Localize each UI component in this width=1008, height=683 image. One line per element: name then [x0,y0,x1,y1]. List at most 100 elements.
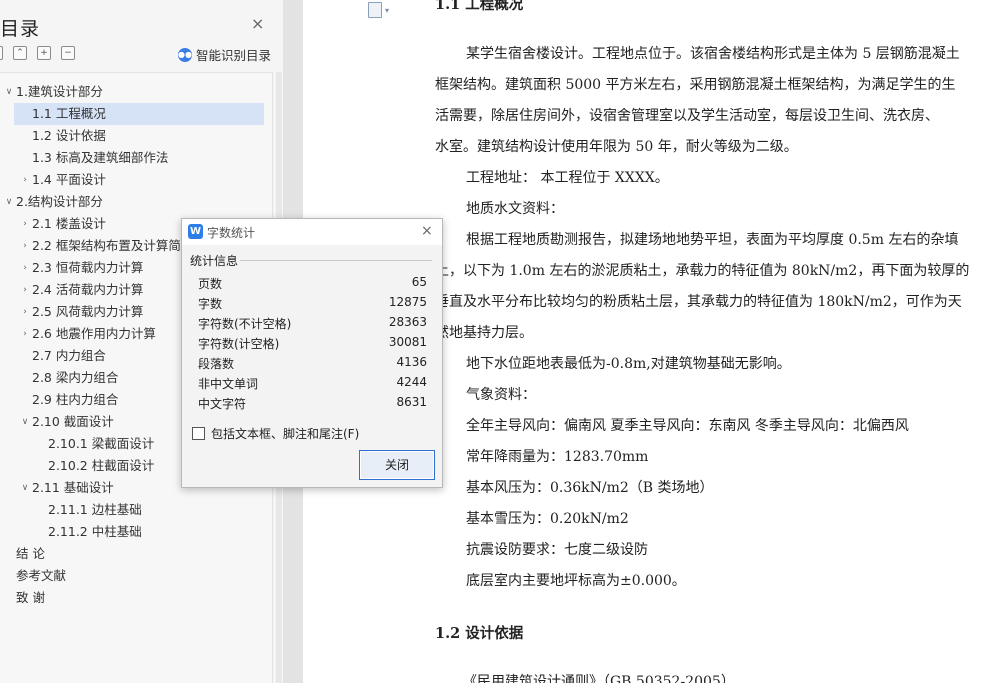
toc-item[interactable]: 参考文献 [0,565,268,587]
doc-line: 抗震设防要求：七度二级设防 [466,542,648,558]
stat-value: 4136 [396,355,427,369]
toc-item-label: 2.4 活荷载内力计算 [32,282,144,297]
toc-item-label: 1.2 设计依据 [32,128,106,143]
doc-line: 常年降雨量为：1283.70mm [466,449,649,465]
toc-item-label: 2.10.1 梁截面设计 [48,436,155,451]
minus-icon[interactable]: − [61,46,75,60]
doc-line: 框架结构。建筑面积 5000 平方米左右，采用钢筋混凝土框架结构，为满足学生的生 [435,77,956,93]
chevron-down-icon: ▾ [385,5,390,15]
close-button[interactable]: 关闭 [359,450,435,480]
chevron-icon[interactable]: › [18,257,32,279]
chevron-icon[interactable]: › [18,213,32,235]
toc-item-label: 2.结构设计部分 [16,194,103,209]
stat-value: 12875 [388,295,427,309]
toc-item-label: 2.7 内力组合 [32,348,106,363]
toc-item-label: 2.3 恒荷载内力计算 [32,260,144,275]
stat-value: 4244 [396,375,427,389]
toc-item-label: 2.10.2 柱截面设计 [48,458,155,473]
toc-item-label: 1.1 工程概况 [32,106,106,121]
stat-label: 中文字符 [198,397,247,411]
stat-label: 非中文单词 [198,377,259,391]
smart-toc-icon: ●● [178,47,192,62]
checkbox-box[interactable] [192,427,205,440]
group-divider [240,260,432,261]
include-textbox-checkbox[interactable]: 包括文本框、脚注和尾注(F) [192,425,359,442]
toc-item[interactable]: 结 论 [0,543,268,565]
toc-item[interactable]: 1.1 工程概况 [14,103,264,125]
doc-line: 全年主导风向：偏南风 夏季主导风向：东南风 冬季主导风向：北偏西风 [466,418,909,434]
chevron-icon[interactable]: ∨ [2,191,16,213]
smart-toc-button[interactable]: ●● 智能识别目录 [178,45,271,64]
doc-line: 水室。建筑结构设计使用年限为 50 年，耐火等级为二级。 [435,139,798,155]
toc-item-label: 2.11 基础设计 [32,480,114,495]
doc-line: 垂直及水平分布比较均匀的粉质粘土层，其承载力的特征值为 180kN/m2，可作为… [435,294,962,310]
dialog-titlebar[interactable]: W 字数统计 × [182,219,442,245]
toc-item-label: 2.6 地震作用内力计算 [32,326,156,341]
stat-value: 8631 [396,395,427,409]
toc-item-label: 2.10 截面设计 [32,414,114,429]
toc-item-label: 2.9 柱内力组合 [32,392,119,407]
sidebar-title: 目录 [0,18,41,40]
doc-line: 活需要，除居住房间外，设宿舍管理室以及学生活动室，每层设卫生间、洗衣房、 [435,108,939,124]
toc-item[interactable]: 1.2 设计依据 [0,125,268,147]
stats-group-label: 统计信息 [190,254,239,268]
expand-icon[interactable]: + [37,46,51,60]
toc-item[interactable]: › 1.4 平面设计 [0,169,268,191]
document-icon [368,2,382,18]
toc-item-label: 致 谢 [16,590,45,605]
chevron-icon[interactable]: › [18,323,32,345]
chevron-icon[interactable]: ∨ [18,411,32,433]
stat-value: 65 [411,275,427,289]
chevron-icon[interactable]: › [18,235,32,257]
section-heading-1-2: 1.2 设计依据 [435,625,524,642]
toc-item-label: 2.1 楼盖设计 [32,216,106,231]
toc-item[interactable]: ∨ 1.建筑设计部分 [0,81,268,103]
stat-label: 页数 [198,277,223,291]
doc-line: 地质水文资料： [466,201,564,217]
chevron-icon[interactable]: › [18,279,32,301]
doc-line: 土，以下为 1.0m 左右的淤泥质粘土，承载力的特征值为 80kN/m2，再下面… [435,263,970,279]
toc-item[interactable]: ∨ 2.结构设计部分 [0,191,268,213]
doc-line: 地下水位距地表最低为-0.8m,对建筑物基础无影响。 [466,356,791,372]
toc-item-label: 2.11.2 中柱基础 [48,524,142,539]
stat-label: 段落数 [198,357,235,371]
paragraph-menu[interactable]: ▾ [368,2,389,18]
toc-item-label: 1.4 平面设计 [32,172,106,187]
wps-logo-icon: W [188,224,203,239]
word-count-dialog: W 字数统计 × 统计信息 包括文本框、脚注和尾注(F) 关闭 页数 65 字数 12… [181,218,443,488]
toc-toolbar: ✓ ⌃ + − [0,46,75,62]
collapse-all-icon[interactable]: ✓ [0,46,3,60]
checkbox-label: 包括文本框、脚注和尾注(F) [211,427,360,441]
doc-line: 根据工程地质勘测报告，拟建场地地势平坦，表面为平均厚度 0.5m 左右的杂填 [466,232,959,248]
doc-line: 然地基持力层。 [435,325,533,341]
chevron-icon[interactable]: › [18,301,32,323]
chevron-icon[interactable]: › [18,169,32,191]
toc-item-label: 1.建筑设计部分 [16,84,103,99]
chevron-icon[interactable]: ∨ [18,477,32,499]
doc-line-last: 《民用建筑设计通则》（GB 50352-2005） [463,674,735,683]
toc-item-label: 结 论 [16,546,45,561]
toc-item-label: 2.2 框架结构布置及计算简图 [32,238,194,253]
toc-item-label: 2.8 梁内力组合 [32,370,119,385]
toc-item[interactable]: 致 谢 [0,587,268,609]
doc-line: 基本雪压为：0.20kN/m2 [466,511,629,527]
stat-value: 30081 [388,335,427,349]
toc-item[interactable]: 2.11.2 中柱基础 [0,521,268,543]
toc-item-label: 2.5 风荷载内力计算 [32,304,144,319]
smart-toc-label: 智能识别目录 [196,48,272,63]
doc-line: 底层室内主要地坪标高为±0.000。 [466,573,686,589]
stat-value: 28363 [388,315,427,329]
collapse-icon[interactable]: ⌃ [13,46,27,60]
doc-line: 某学生宿舍楼设计。工程地点位于。该宿舍楼结构形式是主体为 5 层钢筋混凝土 [466,46,960,62]
toc-item-label: 2.11.1 边柱基础 [48,502,142,517]
toc-item-label: 参考文献 [16,568,67,583]
doc-line: 气象资料： [466,387,536,403]
sidebar-close-icon[interactable]: × [251,16,264,32]
toc-item[interactable]: 1.3 标高及建筑细部作法 [0,147,268,169]
chevron-icon[interactable]: ∨ [2,81,16,103]
stat-label: 字符数(不计空格) [198,317,292,331]
stat-label: 字符数(计空格) [198,337,280,351]
toc-item[interactable]: 2.11.1 边柱基础 [0,499,268,521]
doc-line: 基本风压为：0.36kN/m2（B 类场地） [466,480,714,496]
dialog-close-icon[interactable]: × [421,223,433,239]
